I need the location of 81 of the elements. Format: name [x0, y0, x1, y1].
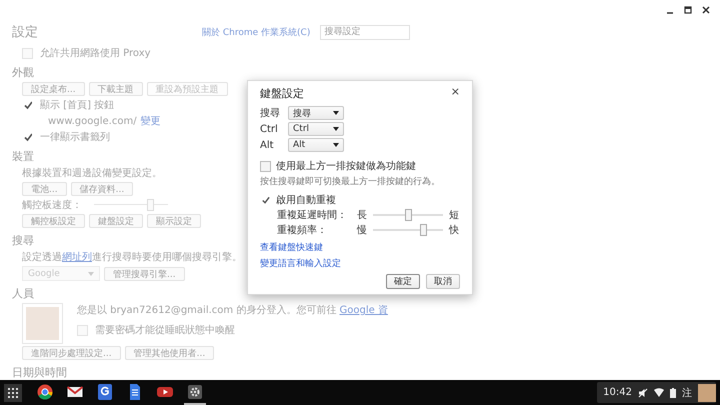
account-description: 您是以 bryan72612@gmail.com 的身分登入。您可前往 Google 資 [77, 304, 388, 317]
slider-label: 重複頻率： [277, 225, 327, 236]
settings-icon [187, 384, 203, 400]
checkbox[interactable] [77, 324, 88, 336]
dropdown-caret-icon [88, 272, 94, 276]
dropdown-caret-icon [333, 143, 339, 147]
section-heading: 人員 [12, 286, 34, 301]
close-icon[interactable] [702, 6, 710, 14]
slider-max-label: 短 [449, 209, 459, 222]
settings-button[interactable]: 電池... [22, 182, 67, 196]
checkbox-label: 啟用自動重複 [276, 194, 336, 207]
dialog-link[interactable]: 變更語言和輸入設定 [260, 257, 341, 270]
slider-thumb[interactable] [146, 199, 154, 211]
browser-icon [37, 384, 53, 400]
checked-checkbox[interactable] [22, 100, 33, 110]
section-heading: 裝置 [12, 149, 34, 164]
grid-icon [8, 388, 18, 398]
dropdown-caret-icon [333, 127, 339, 131]
search-description: 設定透過網址列進行搜尋時要使用哪個搜尋引擎。 [22, 250, 242, 264]
checkbox[interactable] [260, 160, 271, 172]
input-method-indicator: 注 [682, 386, 692, 400]
key-select[interactable]: 搜尋 [288, 106, 344, 120]
app-launcher-button[interactable] [4, 384, 22, 402]
cancel-button[interactable]: 取消 [426, 274, 460, 289]
key-select[interactable]: Alt [288, 138, 344, 152]
battery-icon [670, 388, 676, 398]
checkbox-label: 一律顯示書籤列 [40, 130, 110, 144]
key-label: Alt [260, 140, 275, 150]
close-button[interactable]: × [450, 86, 460, 97]
ok-button[interactable]: 確定 [386, 274, 420, 289]
checkbox-label: 使用最上方一排按鍵做為功能鍵 [276, 160, 416, 173]
mail-icon [67, 384, 83, 400]
checked-checkbox[interactable] [260, 194, 271, 206]
dashboard-link[interactable]: Google 資 [340, 305, 388, 316]
dialog-link[interactable]: 查看鍵盤快速鍵 [260, 241, 323, 254]
muted-speaker-icon [638, 388, 648, 398]
slider-label: 觸控板速度： [22, 198, 82, 212]
settings-button[interactable]: 設定桌布... [22, 82, 85, 96]
hint-text: 按住搜尋鍵即可切換最上方一排按鍵的行為。 [260, 176, 440, 188]
address-bar-link[interactable]: 網址列 [62, 252, 92, 263]
checkbox-label: 需要密碼才能從睡眠狀態中喚醒 [95, 324, 235, 337]
checked-checkbox[interactable] [22, 132, 33, 142]
homepage-url: www.google.com/ [48, 116, 137, 126]
status-tray[interactable]: 10:42 注 [597, 382, 716, 403]
search-field[interactable]: 搜尋設定 [320, 24, 410, 40]
key-select[interactable]: Ctrl [288, 122, 344, 136]
settings-button[interactable]: 管理搜尋引擎... [104, 266, 185, 280]
checkbox-label: 允許共用網路使用 Proxy [40, 46, 151, 60]
checkbox-label: 顯示 [首頁] 按鈕 [40, 98, 114, 112]
key-label: 搜尋 [260, 106, 281, 120]
slider-label: 重複延遲時間： [277, 210, 347, 221]
settings-button[interactable]: 顯示設定 [147, 214, 201, 228]
settings-button[interactable]: 鍵盤設定 [89, 214, 143, 228]
settings-button[interactable]: 觸控板設定 [22, 214, 85, 228]
about-link[interactable]: 關於 Chrome 作業系統(C) [202, 26, 310, 38]
user-avatar [698, 384, 716, 402]
section-heading: 外觀 [12, 65, 34, 80]
section-description: 根據裝置和週邊設備變更設定。 [22, 166, 162, 180]
google-app-icon [97, 384, 113, 400]
section-heading: 搜尋 [12, 233, 34, 248]
dialog-title: 鍵盤設定 [260, 86, 304, 101]
account-picture [22, 303, 63, 344]
change-link[interactable]: 變更 [140, 114, 161, 128]
maximize-icon[interactable] [684, 6, 692, 14]
key-label: Ctrl [260, 124, 279, 134]
document-icon [127, 384, 143, 400]
dropdown-caret-icon [333, 111, 339, 115]
section-heading: 日期與時間 [12, 365, 67, 380]
slider-min-label: 慢 [357, 224, 367, 237]
slider-min-label: 長 [357, 209, 367, 222]
settings-button[interactable]: 儲存資料... [70, 182, 134, 196]
settings-button[interactable]: 下載主題 [88, 82, 143, 96]
slider-thumb[interactable] [420, 224, 428, 236]
settings-button[interactable]: 管理其他使用者... [124, 346, 214, 360]
checkbox[interactable] [22, 48, 33, 58]
page-title: 設定 [12, 24, 39, 41]
slider-max-label: 快 [449, 224, 459, 237]
wifi-icon [654, 388, 664, 397]
slider-thumb[interactable] [405, 209, 412, 221]
settings-button[interactable]: 進階同步處理設定... [22, 346, 121, 360]
clock-time: 10:42 [603, 387, 632, 398]
